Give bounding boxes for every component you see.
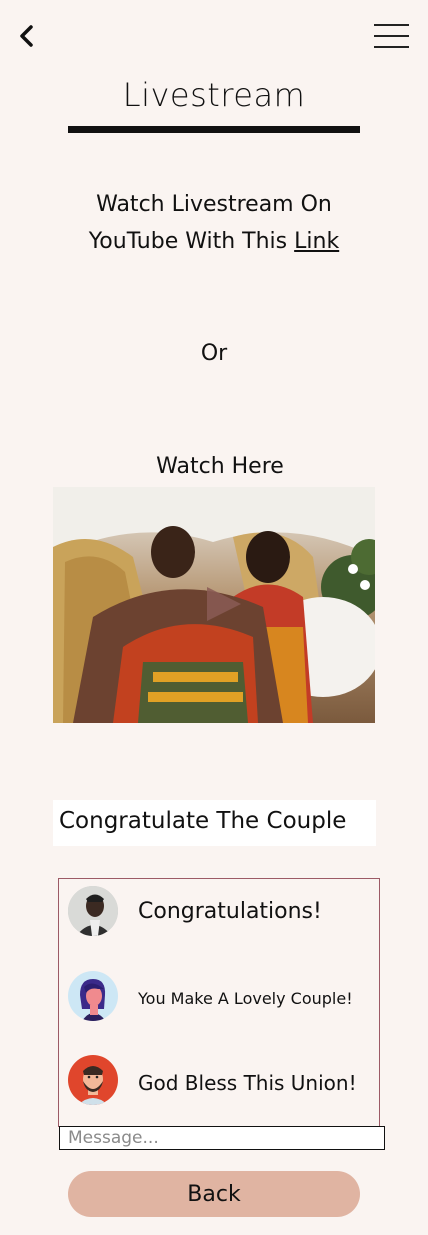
youtube-text-line1: Watch Livestream On — [96, 192, 332, 217]
title-underline — [68, 126, 360, 133]
congratulate-header-box: Congratulate The Couple — [53, 800, 376, 846]
message-input[interactable] — [59, 1126, 385, 1150]
video-thumbnail — [53, 487, 375, 723]
congratulate-title: Congratulate The Couple — [59, 808, 347, 834]
chat-messages-box: Congratulations! You Make A Lovely Coupl… — [58, 878, 380, 1127]
back-chevron-icon[interactable] — [14, 22, 40, 50]
chat-message-3: God Bless This Union! — [138, 1071, 357, 1095]
hamburger-menu-icon[interactable] — [374, 24, 410, 50]
avatar-bearded-man-icon — [68, 886, 118, 936]
livestream-video-player[interactable] — [53, 487, 375, 723]
avatar-woman-purple-hair-icon — [68, 971, 118, 1021]
chat-message-1: Congratulations! — [138, 899, 322, 924]
youtube-text-line2: YouTube With This Link — [0, 223, 428, 260]
youtube-text-prefix: YouTube With This — [88, 229, 295, 254]
chat-message-2: You Make A Lovely Couple! — [138, 989, 353, 1008]
avatar-man-beard-icon — [68, 1055, 118, 1105]
or-divider-text: Or — [200, 341, 228, 366]
youtube-link[interactable]: Link — [294, 229, 339, 254]
watch-here-label: Watch Here — [156, 454, 284, 479]
page-title: Livestream — [122, 76, 306, 114]
back-button[interactable]: Back — [68, 1171, 360, 1217]
